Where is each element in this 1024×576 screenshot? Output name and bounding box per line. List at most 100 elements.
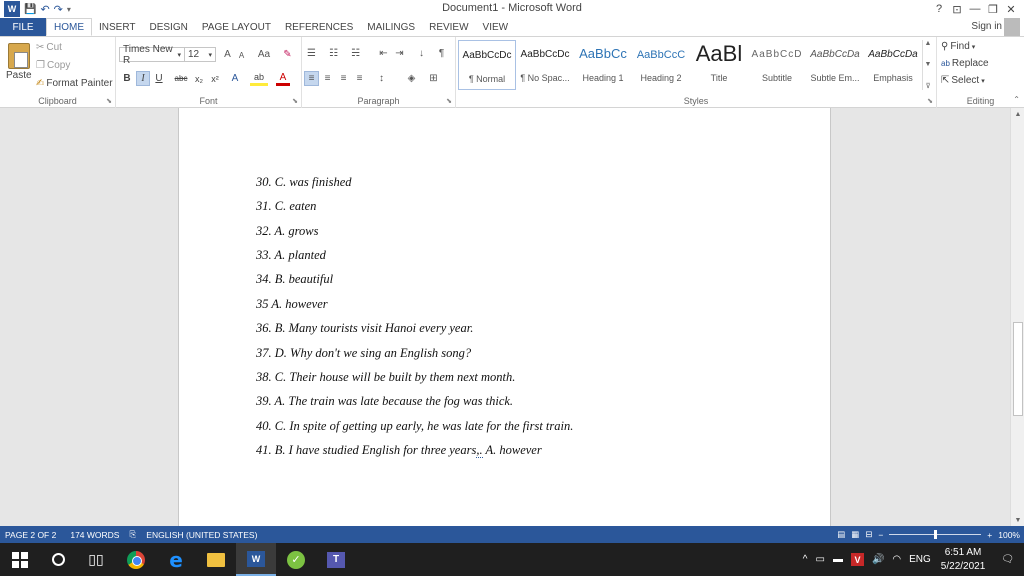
chrome-icon[interactable]	[116, 543, 156, 576]
tab-page-layout[interactable]: PAGE LAYOUT	[195, 18, 278, 36]
underline-button[interactable]: U	[152, 71, 166, 86]
font-size-dropdown[interactable]: 12 ▾	[184, 47, 216, 62]
green-app-icon[interactable]: ✓	[276, 543, 316, 576]
collapse-ribbon-icon[interactable]: ⌃	[1013, 95, 1020, 104]
style-normal[interactable]: AaBbCcDc ¶ Normal	[458, 40, 516, 90]
minimize-button[interactable]: —	[966, 0, 984, 18]
numbering-button[interactable]: ☷	[326, 46, 341, 61]
scroll-down-icon[interactable]: ▼	[925, 61, 932, 68]
tab-design[interactable]: DESIGN	[143, 18, 195, 36]
help-button[interactable]: ?	[930, 0, 948, 18]
proofing-icon[interactable]: ⎘	[124, 529, 141, 540]
word-taskbar-icon[interactable]: W	[236, 543, 276, 576]
align-left-button[interactable]: ≡	[304, 71, 319, 86]
italic-button[interactable]: I	[136, 71, 150, 86]
tab-review[interactable]: REVIEW	[422, 18, 475, 36]
close-button[interactable]: ✕	[1002, 0, 1020, 18]
zoom-level[interactable]: 100%	[998, 530, 1020, 540]
edge-icon[interactable]: e	[156, 543, 196, 576]
select-button[interactable]: ⇱ Select ▾	[941, 75, 985, 86]
show-formatting-button[interactable]: ¶	[434, 46, 449, 61]
tab-view[interactable]: VIEW	[476, 18, 516, 36]
font-name-dropdown[interactable]: Times New R ▾	[119, 44, 185, 66]
shading-button[interactable]: ◈	[404, 71, 419, 86]
zoom-out-button[interactable]: −	[878, 530, 883, 540]
file-explorer-icon[interactable]	[196, 543, 236, 576]
borders-button[interactable]: ⊞	[426, 71, 441, 86]
scroll-down-arrow-icon[interactable]: ▼	[1011, 514, 1024, 526]
notifications-icon[interactable]: 🗨	[991, 554, 1024, 565]
font-color-button[interactable]: A	[276, 71, 290, 86]
replace-button[interactable]: ab Replace	[941, 58, 989, 69]
sign-in-link[interactable]: Sign in	[971, 21, 1002, 32]
align-right-button[interactable]: ≡	[336, 71, 351, 86]
print-layout-icon[interactable]: ▦	[851, 529, 859, 540]
input-language[interactable]: ENG	[905, 554, 935, 565]
center-button[interactable]: ≡	[320, 71, 335, 86]
text-effects-button[interactable]: A	[228, 71, 242, 86]
zoom-slider[interactable]	[889, 530, 982, 539]
grow-font-button[interactable]: A	[220, 47, 235, 62]
style-emphasis[interactable]: AaBbCcDa Emphasis	[864, 40, 922, 90]
ribbon-display-options-icon[interactable]: ⊡	[948, 0, 966, 18]
copy-button[interactable]: ❐ Copy	[36, 60, 70, 71]
style-title[interactable]: AaBl Title	[690, 40, 748, 90]
style-heading-1[interactable]: AaBbCc Heading 1	[574, 40, 632, 90]
page-count[interactable]: PAGE 2 OF 2	[0, 530, 61, 540]
line-spacing-button[interactable]: ↕	[374, 71, 389, 86]
scroll-up-icon[interactable]: ▲	[925, 40, 932, 47]
battery-icon[interactable]: ▬	[829, 554, 847, 565]
style-subtitle[interactable]: AaBbCcD Subtitle	[748, 40, 806, 90]
read-mode-icon[interactable]: ▤	[837, 529, 845, 540]
style-heading-2[interactable]: AaBbCcC Heading 2	[632, 40, 690, 90]
tab-home[interactable]: HOME	[46, 18, 92, 36]
font-launcher-icon[interactable]: ⬊	[292, 97, 298, 105]
justify-button[interactable]: ≡	[352, 71, 367, 86]
format-painter-button[interactable]: ✍ Format Painter	[36, 78, 113, 89]
style-subtle-emphasis[interactable]: AaBbCcDa Subtle Em...	[806, 40, 864, 90]
show-hidden-icons-icon[interactable]: ^	[799, 554, 812, 565]
superscript-button[interactable]: x²	[208, 71, 222, 86]
paragraph-launcher-icon[interactable]: ⬊	[446, 97, 452, 105]
sort-button[interactable]: ↓	[414, 46, 429, 61]
paste-button[interactable]: Paste	[6, 70, 32, 81]
paste-icon[interactable]	[8, 43, 30, 69]
tab-mailings[interactable]: MAILINGS	[360, 18, 422, 36]
scroll-up-arrow-icon[interactable]: ▲	[1011, 108, 1024, 120]
maximize-button[interactable]: ❐	[984, 0, 1002, 18]
shrink-font-button[interactable]: A	[234, 48, 249, 63]
zoom-slider-knob[interactable]	[934, 530, 938, 539]
clear-formatting-icon[interactable]: ✎	[280, 47, 295, 62]
styles-launcher-icon[interactable]: ⬊	[927, 97, 933, 105]
highlight-button[interactable]: ab	[250, 71, 268, 86]
wifi-icon[interactable]: ◠	[888, 554, 905, 565]
more-styles-icon[interactable]: ⊽	[925, 82, 930, 90]
document-page[interactable]: 30. C. was finished 31. C. eaten 32. A. …	[178, 108, 831, 526]
scrollbar-thumb[interactable]	[1013, 322, 1023, 416]
subscript-button[interactable]: x₂	[192, 71, 206, 86]
find-button[interactable]: ⚲ Find ▾	[941, 41, 975, 52]
change-case-button[interactable]: Aa	[254, 47, 274, 62]
tab-references[interactable]: REFERENCES	[278, 18, 360, 36]
decrease-indent-button[interactable]: ⇤	[376, 46, 391, 61]
style-no-spacing[interactable]: AaBbCcDc ¶ No Spac...	[516, 40, 574, 90]
strikethrough-button[interactable]: abc	[172, 71, 190, 86]
tab-insert[interactable]: INSERT	[92, 18, 143, 36]
search-icon[interactable]	[38, 543, 78, 576]
language-indicator[interactable]: ENGLISH (UNITED STATES)	[141, 530, 262, 540]
avatar[interactable]	[1004, 18, 1020, 36]
bold-button[interactable]: B	[120, 71, 134, 86]
antivirus-icon[interactable]: V	[847, 553, 868, 566]
cut-button[interactable]: ✂ Cut	[36, 42, 62, 53]
bullets-button[interactable]: ☰	[304, 46, 319, 61]
volume-icon[interactable]: 🔊	[868, 554, 888, 565]
zoom-in-button[interactable]: +	[987, 530, 992, 540]
multilevel-list-button[interactable]: ☵	[348, 46, 363, 61]
vertical-scrollbar[interactable]: ▲ ▼	[1010, 108, 1024, 526]
web-layout-icon[interactable]: ⊟	[865, 529, 872, 540]
teams-icon[interactable]: T	[316, 543, 356, 576]
clock[interactable]: 6:51 AM 5/22/2021	[935, 546, 992, 574]
tray-app-icon[interactable]: ▭	[811, 554, 828, 565]
word-count[interactable]: 174 WORDS	[65, 530, 124, 540]
clipboard-launcher-icon[interactable]: ⬊	[106, 97, 112, 105]
